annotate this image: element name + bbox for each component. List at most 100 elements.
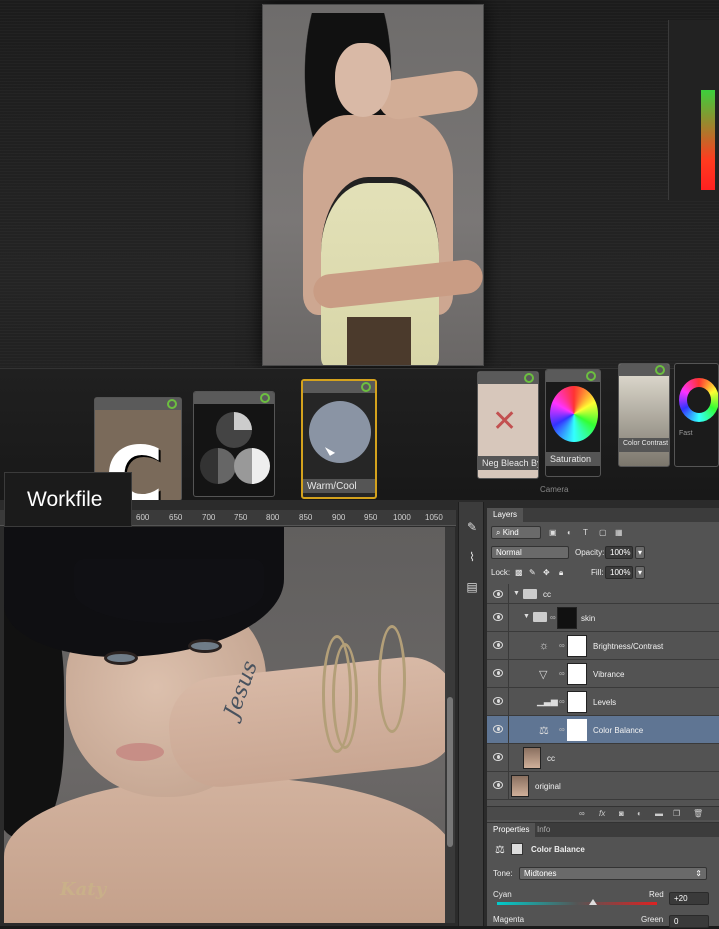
pixel-filter-icon[interactable]: ▣ — [549, 528, 557, 537]
lock-pixels-icon[interactable]: ✎ — [529, 568, 536, 577]
color-balance-icon: ⚖ — [495, 844, 505, 856]
power-icon[interactable] — [586, 371, 596, 381]
effect-card-8[interactable]: Fast — [674, 363, 719, 467]
tab-layers[interactable]: Layers — [487, 508, 524, 522]
add-mask-icon[interactable]: ◙ — [619, 809, 624, 818]
slider-knob[interactable] — [589, 899, 597, 905]
visibility-eye-icon[interactable] — [493, 641, 503, 649]
delete-layer-icon[interactable]: 🗑︎ — [693, 809, 703, 818]
slider-left-label: Magenta — [493, 915, 525, 924]
tab-info[interactable]: Info — [531, 823, 556, 837]
layer-filter-row: ⌕ Kind ▣ ◐ T ▢ ▦ — [487, 526, 719, 542]
visibility-eye-icon[interactable] — [493, 590, 503, 598]
shape-filter-icon[interactable]: ▢ — [599, 528, 607, 537]
chevron-updown-icon: ⇕ — [695, 869, 702, 878]
effect-card-neg-bleach[interactable]: ✕ Neg Bleach Bypass — [477, 371, 539, 479]
layers-tab-bar: Layers — [487, 508, 719, 522]
properties-header: ⚖ Color Balance — [487, 843, 719, 859]
card-label: Color Contrast — [619, 438, 669, 452]
hue-ring-center — [687, 387, 711, 413]
filter-kind-select[interactable]: ⌕ Kind — [491, 526, 541, 539]
cyan-red-value[interactable]: +20 — [669, 892, 709, 905]
visibility-eye-icon[interactable] — [493, 753, 503, 761]
layer-row-cc-group[interactable]: ▼ cc — [487, 584, 719, 604]
ruler-label: 1000 — [393, 513, 411, 522]
color-meter — [701, 90, 715, 190]
smart-object-filter-icon[interactable]: ▦ — [615, 528, 623, 537]
scrollbar-thumb[interactable] — [447, 697, 453, 847]
vertical-scrollbar[interactable] — [445, 527, 455, 923]
power-icon[interactable] — [167, 399, 177, 409]
layer-thumbnail[interactable] — [523, 747, 541, 769]
power-icon[interactable] — [260, 393, 270, 403]
type-filter-icon[interactable]: T — [583, 528, 588, 537]
new-adjustment-icon[interactable]: ◐ — [637, 809, 642, 818]
visibility-eye-icon[interactable] — [493, 781, 503, 789]
effect-card-2[interactable] — [193, 391, 275, 497]
effect-card-warm-cool[interactable]: Warm/Cool — [301, 379, 377, 499]
ruler-label: 900 — [332, 513, 346, 522]
layer-row-color-balance[interactable]: ⚖ ∞ Color Balance — [487, 716, 719, 744]
power-icon[interactable] — [655, 365, 665, 375]
cyan-red-slider-track[interactable] — [497, 899, 657, 905]
lock-position-icon[interactable]: ✥ — [543, 568, 550, 577]
brush-preset-icon[interactable]: ✎ — [463, 518, 481, 536]
link-icon: ∞ — [559, 697, 565, 706]
layer-mask-thumbnail[interactable] — [567, 691, 587, 713]
layer-row-vibrance[interactable]: ▽ ∞ Vibrance — [487, 660, 719, 688]
layer-row-original[interactable]: original — [487, 772, 719, 800]
path-icon[interactable]: ⌇ — [463, 548, 481, 566]
brightness-contrast-icon: ☼ — [539, 640, 550, 652]
layer-row-levels[interactable]: ▁▃▅ ∞ Levels — [487, 688, 719, 716]
visibility-eye-icon[interactable] — [493, 613, 503, 621]
new-group-icon[interactable]: ▬ — [655, 809, 663, 818]
opacity-dropdown-icon[interactable]: ▾ — [635, 546, 645, 559]
expand-arrow-icon[interactable]: ▼ — [513, 590, 520, 597]
effect-card-color-contrast[interactable]: Color Contrast — [618, 363, 670, 467]
colorist-app-view: C Warm/Cool ✕ Neg Bleach Bypass — [0, 0, 719, 500]
layer-comps-icon[interactable]: ▤ — [463, 578, 481, 596]
preview-image — [262, 4, 484, 366]
document-canvas[interactable]: Jesus Katy — [4, 527, 445, 923]
mask-icon[interactable] — [511, 843, 523, 855]
tab-properties[interactable]: Properties — [487, 823, 536, 837]
lock-all-icon[interactable]: 🔒︎ — [559, 568, 563, 578]
blend-mode-select[interactable]: Normal — [491, 546, 569, 559]
adjustment-filter-icon[interactable]: ◐ — [567, 528, 572, 537]
lock-transparency-icon[interactable]: ▩ — [515, 568, 523, 577]
visibility-eye-icon[interactable] — [493, 725, 503, 733]
layer-row-skin-group[interactable]: ▼ ∞ skin — [487, 604, 719, 632]
lock-row: Lock: ▩ ✎ ✥ 🔒︎ Fill: 100% ▾ — [487, 566, 719, 582]
opacity-field[interactable]: 100% — [605, 546, 633, 559]
camera-label[interactable]: Camera — [540, 485, 568, 494]
layer-row-brightness-contrast[interactable]: ☼ ∞ Brightness/Contrast — [487, 632, 719, 660]
canvas-eye-right — [188, 639, 222, 653]
visibility-eye-icon[interactable] — [493, 697, 503, 705]
photoshop-window: 600 650 700 750 800 850 900 950 1000 105… — [0, 500, 719, 928]
canvas-eye-left — [104, 651, 138, 665]
visibility-eye-icon[interactable] — [493, 669, 503, 677]
ruler-label: 600 — [136, 513, 150, 522]
layer-mask-thumbnail[interactable] — [567, 719, 587, 741]
expand-arrow-icon[interactable]: ▼ — [523, 613, 530, 620]
fill-field[interactable]: 100% — [605, 566, 633, 579]
fill-dropdown-icon[interactable]: ▾ — [635, 566, 645, 579]
power-icon[interactable] — [524, 373, 534, 383]
canvas-shoulder — [4, 777, 445, 923]
layer-mask-thumbnail[interactable] — [567, 635, 587, 657]
layer-mask-thumbnail[interactable] — [567, 663, 587, 685]
layer-thumbnail[interactable] — [511, 775, 529, 797]
layer-mask-thumbnail[interactable] — [557, 607, 577, 629]
effect-card-saturation[interactable]: Saturation — [545, 369, 601, 477]
power-icon[interactable] — [361, 382, 371, 392]
levels-icon: ▁▃▅ — [537, 696, 558, 706]
new-layer-icon[interactable]: ❐ — [673, 809, 680, 818]
fx-icon[interactable]: fx — [599, 809, 605, 818]
layer-name: cc — [543, 590, 551, 599]
link-layers-icon[interactable]: ∞ — [579, 809, 585, 818]
magenta-green-value[interactable]: 0 — [669, 915, 709, 928]
layer-row-cc[interactable]: cc — [487, 744, 719, 772]
hue-wheel-icon — [550, 386, 598, 442]
slider-right-label: Red — [649, 890, 664, 899]
tone-select[interactable]: Midtones ⇕ — [519, 867, 707, 880]
